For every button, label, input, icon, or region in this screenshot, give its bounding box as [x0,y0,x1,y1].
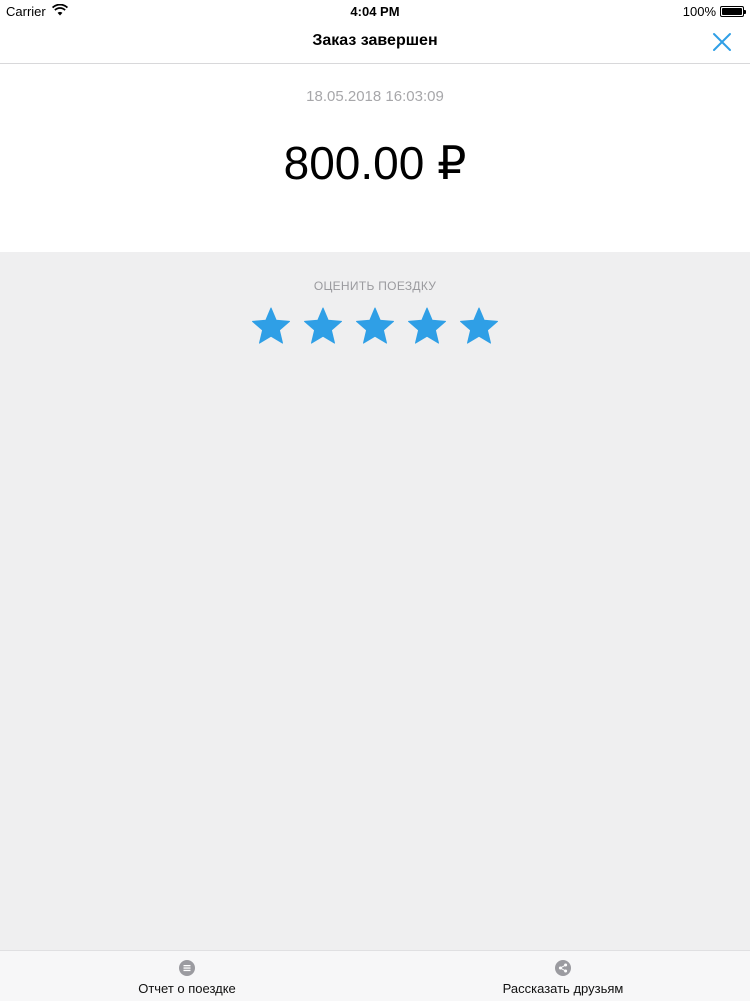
page-title: Заказ завершен [312,32,438,49]
rating-label: ОЦЕНИТЬ ПОЕЗДКУ [313,279,437,293]
star-1-button[interactable] [251,306,291,346]
list-icon [179,960,195,976]
close-button[interactable] [710,30,734,54]
share-with-friends-label: Рассказать друзьям [502,981,624,996]
star-3-button[interactable] [355,306,395,346]
bottom-tab-bar: Отчет о поездке Рассказать друзьям [0,950,750,1001]
order-datetime: 18.05.2018 16:03:09 [306,88,444,105]
star-icon [408,307,446,344]
trip-report-label: Отчет о поездке [138,981,236,996]
star-icon [304,307,342,344]
share-with-friends-button[interactable]: Рассказать друзьям [443,951,683,1001]
nav-bar: Заказ завершен [0,22,750,64]
battery-percentage: 100% [682,4,716,19]
close-icon [713,33,731,51]
trip-report-button[interactable]: Отчет о поездке [67,951,307,1001]
star-2-button[interactable] [303,306,343,346]
order-price: 800.00 ₽ [283,137,467,189]
star-5-button[interactable] [459,306,499,346]
star-icon [252,307,290,344]
star-icon [460,307,498,344]
battery-icon [720,6,746,17]
order-summary: 18.05.2018 16:03:09 800.00 ₽ [0,64,750,252]
status-time: 4:04 PM [350,4,400,19]
rating-stars [0,306,750,346]
star-icon [356,307,394,344]
share-icon [555,960,571,976]
star-4-button[interactable] [407,306,447,346]
status-right: 100% [682,4,746,19]
status-bar: Carrier 4:04 PM 100% [0,0,750,22]
